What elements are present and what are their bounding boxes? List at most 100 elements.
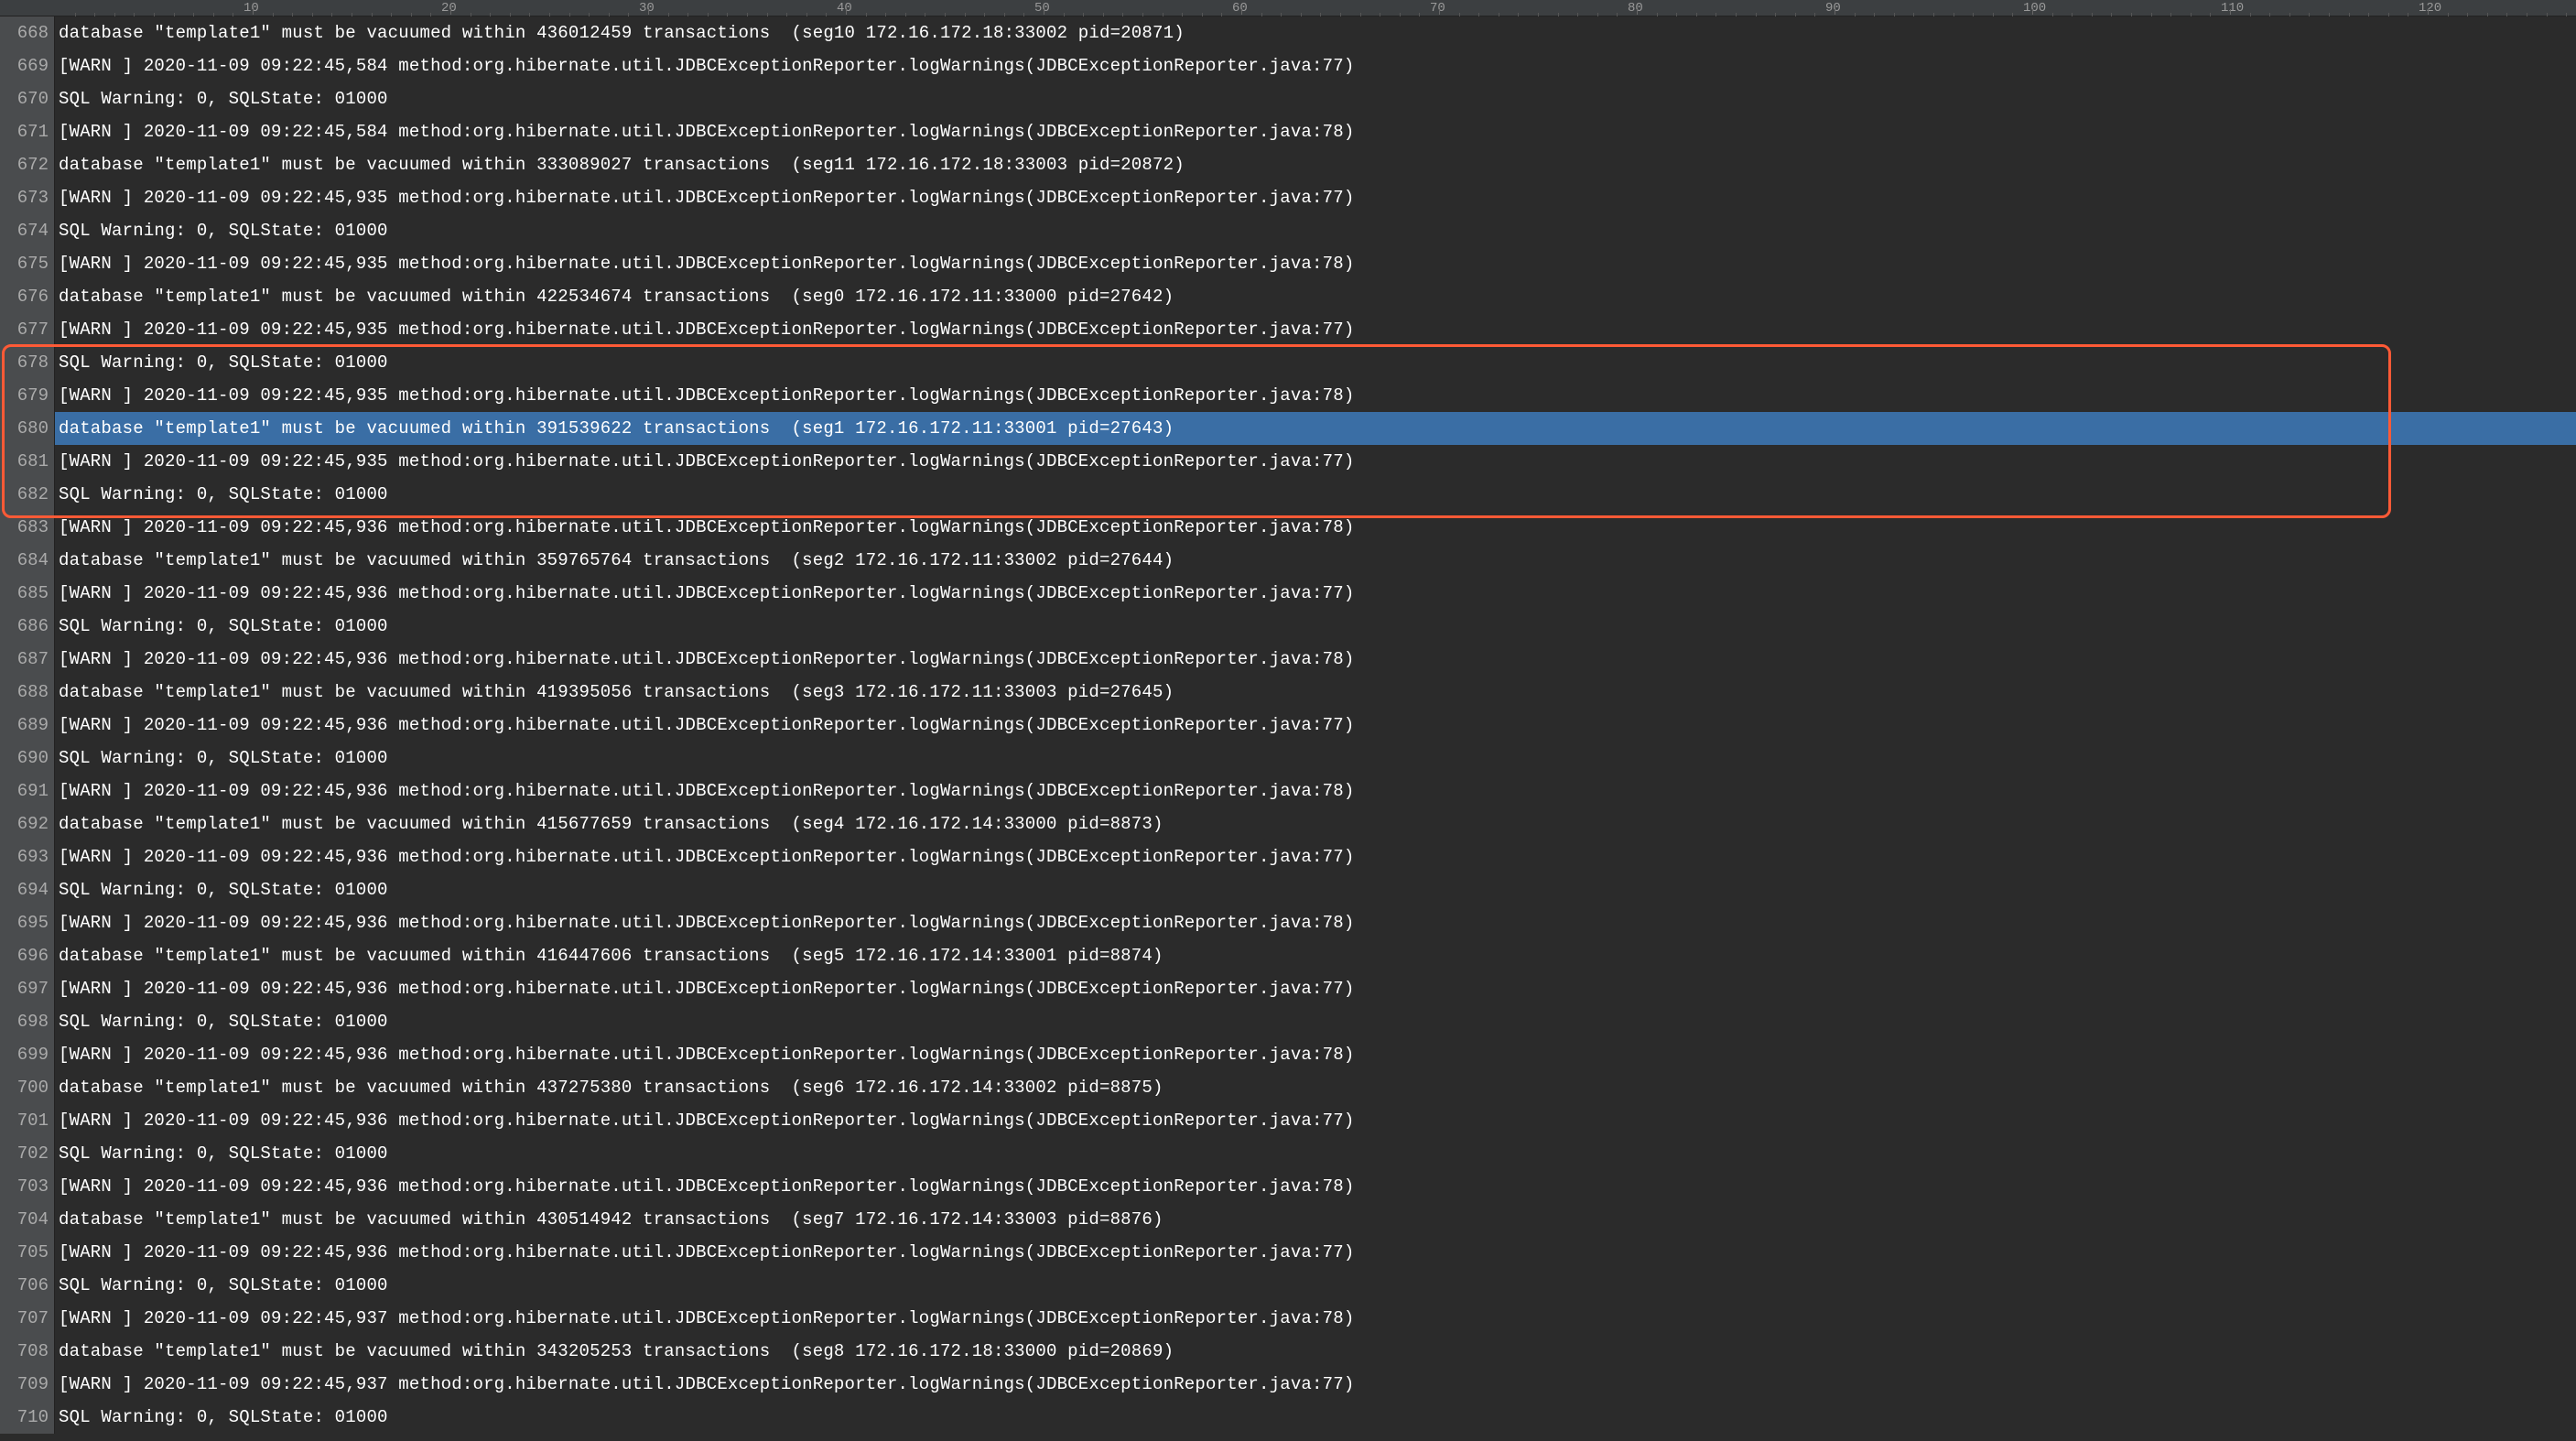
line-content[interactable]: SQL Warning: 0, SQLState: 01000 <box>55 1401 2576 1434</box>
editor-line[interactable]: 704database "template1" must be vacuumed… <box>0 1203 2576 1236</box>
line-content[interactable]: SQL Warning: 0, SQLState: 01000 <box>55 346 2576 379</box>
editor-line[interactable]: 709[WARN ] 2020-11-09 09:22:45,937 metho… <box>0 1368 2576 1401</box>
line-number: 708 <box>0 1335 55 1368</box>
column-ruler: 102030405060708090100110120 <box>0 0 2576 16</box>
line-content[interactable]: SQL Warning: 0, SQLState: 01000 <box>55 478 2576 511</box>
line-content[interactable]: [WARN ] 2020-11-09 09:22:45,935 method:o… <box>55 181 2576 214</box>
line-content[interactable]: database "template1" must be vacuumed wi… <box>55 1203 2576 1236</box>
line-content[interactable]: SQL Warning: 0, SQLState: 01000 <box>55 1269 2576 1302</box>
line-content[interactable]: [WARN ] 2020-11-09 09:22:45,936 method:o… <box>55 511 2576 544</box>
editor-line[interactable]: 687[WARN ] 2020-11-09 09:22:45,936 metho… <box>0 643 2576 676</box>
line-content[interactable]: database "template1" must be vacuumed wi… <box>55 1335 2576 1368</box>
editor-line[interactable]: 685[WARN ] 2020-11-09 09:22:45,936 metho… <box>0 577 2576 610</box>
line-number: 684 <box>0 544 55 577</box>
editor-line[interactable]: 692database "template1" must be vacuumed… <box>0 807 2576 840</box>
line-content[interactable]: [WARN ] 2020-11-09 09:22:45,936 method:o… <box>55 1038 2576 1071</box>
editor-line[interactable]: 678SQL Warning: 0, SQLState: 01000 <box>0 346 2576 379</box>
editor-line[interactable]: 670SQL Warning: 0, SQLState: 01000 <box>0 82 2576 115</box>
editor-line[interactable]: 672database "template1" must be vacuumed… <box>0 148 2576 181</box>
line-content[interactable]: [WARN ] 2020-11-09 09:22:45,937 method:o… <box>55 1302 2576 1335</box>
line-content[interactable]: SQL Warning: 0, SQLState: 01000 <box>55 873 2576 906</box>
editor-line[interactable]: 693[WARN ] 2020-11-09 09:22:45,936 metho… <box>0 840 2576 873</box>
line-content[interactable]: database "template1" must be vacuumed wi… <box>55 16 2576 49</box>
line-content[interactable]: [WARN ] 2020-11-09 09:22:45,935 method:o… <box>55 379 2576 412</box>
line-content[interactable]: [WARN ] 2020-11-09 09:22:45,936 method:o… <box>55 1170 2576 1203</box>
line-content[interactable]: database "template1" must be vacuumed wi… <box>55 807 2576 840</box>
line-content[interactable]: [WARN ] 2020-11-09 09:22:45,936 method:o… <box>55 972 2576 1005</box>
editor-line[interactable]: 674SQL Warning: 0, SQLState: 01000 <box>0 214 2576 247</box>
line-content[interactable]: [WARN ] 2020-11-09 09:22:45,936 method:o… <box>55 577 2576 610</box>
line-content[interactable]: SQL Warning: 0, SQLState: 01000 <box>55 610 2576 643</box>
line-content[interactable]: SQL Warning: 0, SQLState: 01000 <box>55 1137 2576 1170</box>
editor-line[interactable]: 682SQL Warning: 0, SQLState: 01000 <box>0 478 2576 511</box>
editor-line[interactable]: 675[WARN ] 2020-11-09 09:22:45,935 metho… <box>0 247 2576 280</box>
editor-line[interactable]: 706SQL Warning: 0, SQLState: 01000 <box>0 1269 2576 1302</box>
editor-line[interactable]: 688database "template1" must be vacuumed… <box>0 676 2576 709</box>
editor-line[interactable]: 695[WARN ] 2020-11-09 09:22:45,936 metho… <box>0 906 2576 939</box>
line-content[interactable]: database "template1" must be vacuumed wi… <box>55 280 2576 313</box>
editor-line[interactable]: 681[WARN ] 2020-11-09 09:22:45,935 metho… <box>0 445 2576 478</box>
line-content[interactable]: [WARN ] 2020-11-09 09:22:45,935 method:o… <box>55 445 2576 478</box>
editor-line[interactable]: 683[WARN ] 2020-11-09 09:22:45,936 metho… <box>0 511 2576 544</box>
editor-line[interactable]: 696database "template1" must be vacuumed… <box>0 939 2576 972</box>
editor-line[interactable]: 708database "template1" must be vacuumed… <box>0 1335 2576 1368</box>
editor-line[interactable]: 698SQL Warning: 0, SQLState: 01000 <box>0 1005 2576 1038</box>
line-content[interactable]: database "template1" must be vacuumed wi… <box>55 544 2576 577</box>
editor-line[interactable]: 680database "template1" must be vacuumed… <box>0 412 2576 445</box>
line-content[interactable]: [WARN ] 2020-11-09 09:22:45,936 method:o… <box>55 1236 2576 1269</box>
editor-line[interactable]: 699[WARN ] 2020-11-09 09:22:45,936 metho… <box>0 1038 2576 1071</box>
line-content[interactable]: SQL Warning: 0, SQLState: 01000 <box>55 214 2576 247</box>
line-content[interactable]: [WARN ] 2020-11-09 09:22:45,936 method:o… <box>55 906 2576 939</box>
editor-line[interactable]: 691[WARN ] 2020-11-09 09:22:45,936 metho… <box>0 775 2576 807</box>
editor-line[interactable]: 694SQL Warning: 0, SQLState: 01000 <box>0 873 2576 906</box>
line-number: 705 <box>0 1236 55 1269</box>
editor-line[interactable]: 669[WARN ] 2020-11-09 09:22:45,584 metho… <box>0 49 2576 82</box>
editor-line[interactable]: 679[WARN ] 2020-11-09 09:22:45,935 metho… <box>0 379 2576 412</box>
editor-line[interactable]: 700database "template1" must be vacuumed… <box>0 1071 2576 1104</box>
line-content[interactable]: [WARN ] 2020-11-09 09:22:45,936 method:o… <box>55 643 2576 676</box>
editor-line[interactable]: 676database "template1" must be vacuumed… <box>0 280 2576 313</box>
line-content[interactable]: [WARN ] 2020-11-09 09:22:45,584 method:o… <box>55 115 2576 148</box>
line-content[interactable]: database "template1" must be vacuumed wi… <box>55 1071 2576 1104</box>
line-number: 683 <box>0 511 55 544</box>
line-content[interactable]: SQL Warning: 0, SQLState: 01000 <box>55 1005 2576 1038</box>
editor-line[interactable]: 707[WARN ] 2020-11-09 09:22:45,937 metho… <box>0 1302 2576 1335</box>
line-number: 689 <box>0 709 55 742</box>
editor-line[interactable]: 684database "template1" must be vacuumed… <box>0 544 2576 577</box>
line-content[interactable]: [WARN ] 2020-11-09 09:22:45,584 method:o… <box>55 49 2576 82</box>
editor-line[interactable]: 673[WARN ] 2020-11-09 09:22:45,935 metho… <box>0 181 2576 214</box>
line-content[interactable]: [WARN ] 2020-11-09 09:22:45,936 method:o… <box>55 840 2576 873</box>
editor-line[interactable]: 677[WARN ] 2020-11-09 09:22:45,935 metho… <box>0 313 2576 346</box>
editor-line[interactable]: 703[WARN ] 2020-11-09 09:22:45,936 metho… <box>0 1170 2576 1203</box>
editor-line[interactable]: 671[WARN ] 2020-11-09 09:22:45,584 metho… <box>0 115 2576 148</box>
line-content[interactable]: [WARN ] 2020-11-09 09:22:45,935 method:o… <box>55 247 2576 280</box>
text-editor[interactable]: 668database "template1" must be vacuumed… <box>0 16 2576 1434</box>
line-content[interactable]: [WARN ] 2020-11-09 09:22:45,937 method:o… <box>55 1368 2576 1401</box>
line-content[interactable]: [WARN ] 2020-11-09 09:22:45,935 method:o… <box>55 313 2576 346</box>
line-number: 702 <box>0 1137 55 1170</box>
line-content[interactable]: SQL Warning: 0, SQLState: 01000 <box>55 742 2576 775</box>
editor-line[interactable]: 701[WARN ] 2020-11-09 09:22:45,936 metho… <box>0 1104 2576 1137</box>
editor-line[interactable]: 686SQL Warning: 0, SQLState: 01000 <box>0 610 2576 643</box>
line-number: 694 <box>0 873 55 906</box>
editor-line[interactable]: 705[WARN ] 2020-11-09 09:22:45,936 metho… <box>0 1236 2576 1269</box>
line-content[interactable]: SQL Warning: 0, SQLState: 01000 <box>55 82 2576 115</box>
editor-line[interactable]: 697[WARN ] 2020-11-09 09:22:45,936 metho… <box>0 972 2576 1005</box>
line-content[interactable]: [WARN ] 2020-11-09 09:22:45,936 method:o… <box>55 709 2576 742</box>
line-content[interactable]: database "template1" must be vacuumed wi… <box>55 939 2576 972</box>
editor-line[interactable]: 689[WARN ] 2020-11-09 09:22:45,936 metho… <box>0 709 2576 742</box>
line-content[interactable]: [WARN ] 2020-11-09 09:22:45,936 method:o… <box>55 1104 2576 1137</box>
line-number: 669 <box>0 49 55 82</box>
line-content[interactable]: database "template1" must be vacuumed wi… <box>55 412 2576 445</box>
line-number: 710 <box>0 1401 55 1434</box>
line-number: 700 <box>0 1071 55 1104</box>
line-content[interactable]: database "template1" must be vacuumed wi… <box>55 148 2576 181</box>
line-number: 673 <box>0 181 55 214</box>
editor-line[interactable]: 710SQL Warning: 0, SQLState: 01000 <box>0 1401 2576 1434</box>
editor-line[interactable]: 702SQL Warning: 0, SQLState: 01000 <box>0 1137 2576 1170</box>
line-content[interactable]: [WARN ] 2020-11-09 09:22:45,936 method:o… <box>55 775 2576 807</box>
editor-line[interactable]: 690SQL Warning: 0, SQLState: 01000 <box>0 742 2576 775</box>
line-content[interactable]: database "template1" must be vacuumed wi… <box>55 676 2576 709</box>
line-number: 693 <box>0 840 55 873</box>
editor-line[interactable]: 668database "template1" must be vacuumed… <box>0 16 2576 49</box>
